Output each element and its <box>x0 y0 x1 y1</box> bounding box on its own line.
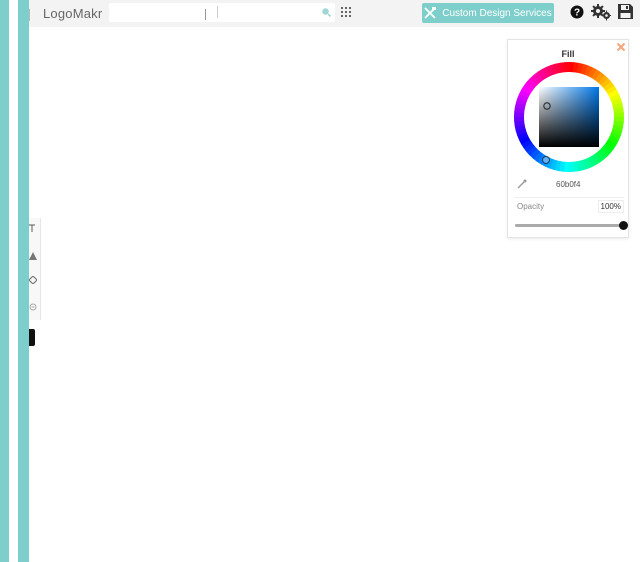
zoom-tool-icon[interactable] <box>29 303 37 311</box>
help-icon[interactable]: ? <box>570 5 584 19</box>
color-wheel[interactable] <box>514 62 624 172</box>
text-tool-icon[interactable] <box>29 224 37 232</box>
shape-tool-icon[interactable] <box>29 252 37 260</box>
hex-value[interactable]: 60b0f4 <box>556 180 580 189</box>
saturation-value-square[interactable] <box>539 87 599 147</box>
grid-icon[interactable] <box>341 7 351 17</box>
fill-tool-icon[interactable] <box>29 276 37 284</box>
gear-icon[interactable] <box>591 3 611 21</box>
panel-toggle-tab[interactable] <box>29 329 35 346</box>
search-icon[interactable] <box>321 7 331 17</box>
brand-logo[interactable]: LogoMakr <box>43 6 102 21</box>
fill-panel: Fill 60b0f4 Opacity 100% <box>507 39 629 238</box>
custom-design-services-button[interactable]: Custom Design Services <box>422 3 554 23</box>
search-box[interactable] <box>109 3 335 22</box>
left-stripe-inner <box>18 0 29 562</box>
opacity-row: Opacity 100% <box>514 197 624 213</box>
text-cursor <box>205 9 206 20</box>
cta-label: Custom Design Services <box>442 7 552 19</box>
opacity-slider-thumb[interactable] <box>619 221 628 230</box>
hue-picker-handle[interactable] <box>542 156 550 164</box>
panel-title: Fill <box>561 49 575 59</box>
left-tool-strip <box>29 218 41 320</box>
brand-separator <box>29 9 32 21</box>
left-stripe <box>0 0 9 562</box>
close-icon[interactable] <box>616 42 626 52</box>
top-toolbar: LogoMakr Custom Design Services ? <box>29 0 640 27</box>
opacity-slider-fill <box>515 224 623 227</box>
search-divider <box>217 6 218 18</box>
opacity-slider[interactable] <box>515 221 628 230</box>
design-tools-icon <box>424 7 437 19</box>
opacity-label: Opacity <box>517 202 545 211</box>
eyedropper-icon[interactable] <box>517 179 527 189</box>
save-icon[interactable] <box>617 3 634 20</box>
svg-text:?: ? <box>574 8 580 19</box>
opacity-input[interactable]: 100% <box>598 200 624 213</box>
